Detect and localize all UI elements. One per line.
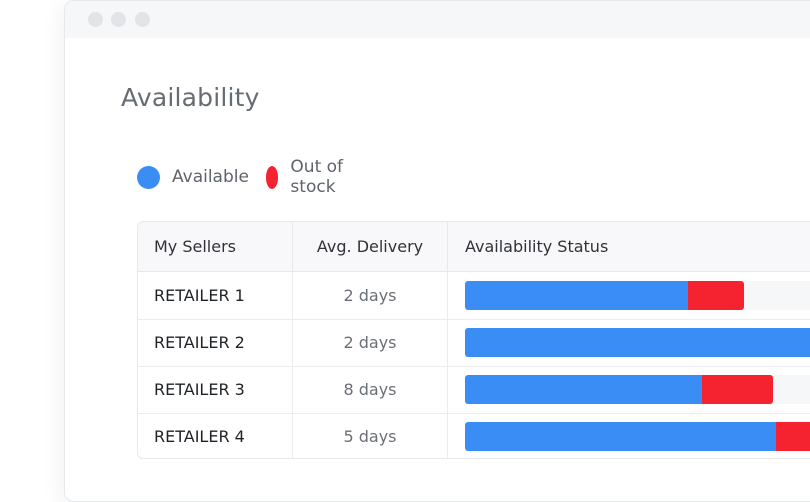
out-of-stock-segment	[687, 281, 745, 310]
header-availability-status[interactable]: Availability Status	[447, 222, 810, 271]
out-of-stock-segment	[702, 375, 774, 404]
availability-status	[447, 413, 810, 458]
app-window: Availability Available Out of stock My S…	[64, 0, 810, 502]
avg-delivery: 2 days	[292, 272, 447, 319]
available-segment	[465, 422, 776, 451]
availability-bar	[465, 422, 810, 451]
availability-bar	[465, 375, 774, 404]
seller-name: RETAILER 2	[154, 333, 245, 352]
window-maximize-dot[interactable]	[135, 12, 150, 27]
legend-out-of-stock: Out of stock	[266, 157, 346, 197]
out-of-stock-segment	[775, 422, 810, 451]
availability-status	[447, 319, 810, 366]
window-close-dot[interactable]	[88, 12, 103, 27]
table-row[interactable]: RETAILER 1 2 days	[138, 272, 810, 320]
seller-name: RETAILER 1	[154, 286, 245, 305]
legend-out-of-stock-swatch	[266, 165, 279, 189]
avg-delivery: 2 days	[292, 319, 447, 366]
legend-available-label: Available	[172, 167, 249, 187]
header-my-sellers[interactable]: My Sellers	[138, 222, 292, 271]
seller-name: RETAILER 3	[154, 380, 245, 399]
availability-status	[447, 366, 810, 413]
seller-name: RETAILER 4	[154, 427, 245, 446]
avg-delivery: 5 days	[292, 413, 447, 458]
legend-available: Available	[137, 165, 249, 189]
legend-available-swatch	[137, 165, 160, 189]
table-row[interactable]: RETAILER 3 8 days	[138, 366, 810, 414]
avg-delivery: 8 days	[292, 366, 447, 413]
availability-bar	[465, 281, 745, 310]
table-row[interactable]: RETAILER 4 5 days	[138, 413, 810, 458]
available-segment	[465, 328, 810, 357]
window-minimize-dot[interactable]	[111, 12, 126, 27]
table-header: My Sellers Avg. Delivery Availability St…	[138, 222, 810, 272]
window-titlebar	[65, 1, 810, 38]
availability-bar	[465, 328, 810, 357]
header-avg-delivery[interactable]: Avg. Delivery	[292, 222, 447, 271]
availability-status	[447, 272, 810, 319]
table-row[interactable]: RETAILER 2 2 days	[138, 319, 810, 367]
legend-out-of-stock-label: Out of stock	[290, 157, 344, 197]
availability-table: My Sellers Avg. Delivery Availability St…	[137, 221, 810, 459]
available-segment	[465, 375, 703, 404]
available-segment	[465, 281, 688, 310]
page-title: Availability	[121, 83, 260, 112]
